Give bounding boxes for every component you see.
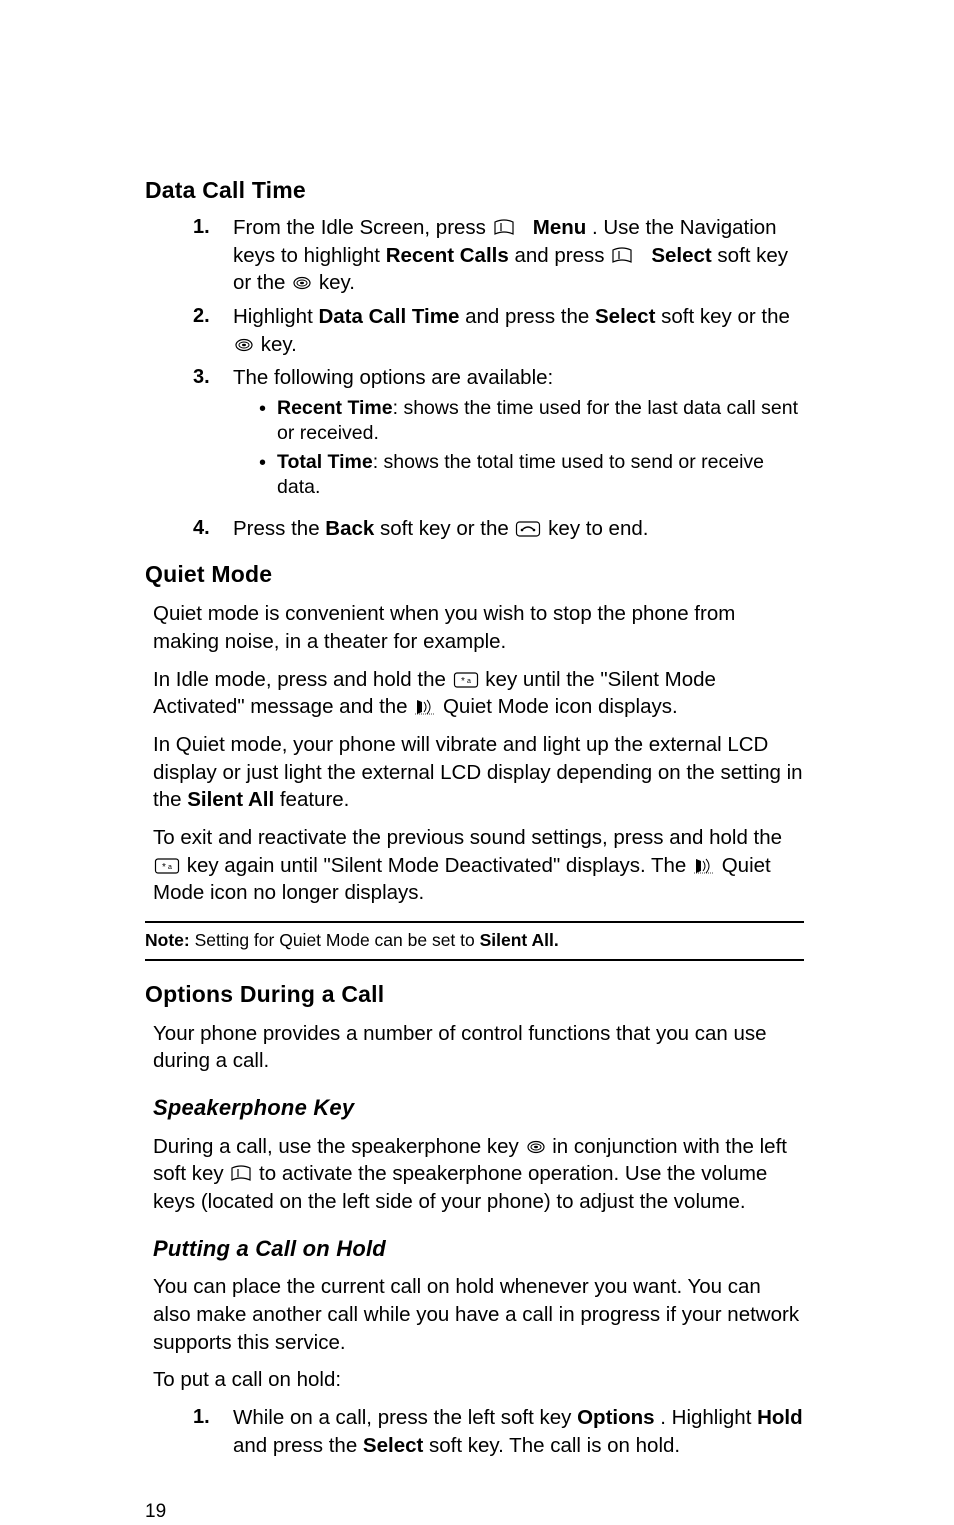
round-key-icon — [526, 1135, 546, 1151]
text: and press the — [465, 305, 595, 328]
note-silent-all: Silent All. — [480, 930, 559, 950]
page-number: 19 — [145, 1499, 804, 1525]
text-back: Back — [325, 517, 374, 540]
text — [521, 216, 527, 239]
text: soft key. The call is on hold. — [429, 1434, 680, 1457]
text-select: Select — [595, 305, 655, 328]
end-key-icon — [515, 518, 541, 536]
text: The following options are available: — [233, 366, 553, 389]
svg-text:*: * — [162, 862, 166, 873]
bullet-item: Total Time: shows the total time used to… — [259, 450, 804, 504]
list-item: 1. While on a call, press the left soft … — [193, 1404, 804, 1465]
text: and press — [514, 244, 610, 267]
text-menu: Menu — [533, 216, 587, 239]
paragraph: In Quiet mode, your phone will vibrate a… — [153, 731, 804, 814]
text: feature. — [280, 788, 350, 811]
text-select: Select — [651, 244, 711, 267]
heading-speakerphone-key: Speakerphone Key — [153, 1093, 804, 1123]
text: soft key or the — [380, 517, 514, 540]
softkey-left-icon — [493, 217, 515, 235]
paragraph: To exit and reactivate the previous soun… — [153, 824, 804, 907]
paragraph: You can place the current call on hold w… — [153, 1273, 804, 1356]
text: From the Idle Screen, press — [233, 216, 492, 239]
ordered-list-hold: 1. While on a call, press the left soft … — [145, 1404, 804, 1465]
note-text: Setting for Quiet Mode can be set to — [195, 930, 480, 950]
paragraph: Your phone provides a number of control … — [153, 1020, 804, 1075]
text-hold: Hold — [757, 1406, 803, 1429]
softkey-left-icon — [611, 245, 633, 263]
text: While on a call, press the left soft key — [233, 1406, 577, 1429]
round-key-icon — [292, 271, 312, 287]
text-data-call-time: Data Call Time — [318, 305, 459, 328]
list-number: 4. — [193, 515, 210, 542]
heading-data-call-time: Data Call Time — [145, 175, 804, 206]
heading-putting-call-on-hold: Putting a Call on Hold — [153, 1234, 804, 1264]
heading-quiet-mode: Quiet Mode — [145, 559, 804, 590]
list-item: 2. Highlight Data Call Time and press th… — [193, 303, 804, 364]
svg-text:*: * — [461, 676, 465, 687]
text: In Idle mode, press and hold the — [153, 668, 452, 691]
text: key to end. — [548, 517, 648, 540]
vibrate-icon — [693, 854, 715, 870]
softkey-left-icon — [230, 1163, 252, 1181]
text: key. — [261, 333, 297, 356]
text-recent-time: Recent Time — [277, 397, 393, 419]
paragraph: During a call, use the speakerphone key … — [153, 1133, 804, 1216]
list-number: 1. — [193, 1404, 210, 1431]
paragraph: In Idle mode, press and hold the *a key … — [153, 666, 804, 721]
text-silent-all: Silent All — [187, 788, 274, 811]
vibrate-icon — [414, 695, 436, 711]
text: key. — [319, 271, 355, 294]
text-options: Options — [577, 1406, 654, 1429]
text — [640, 244, 646, 267]
text: key again until "Silent Mode Deactivated… — [187, 854, 692, 877]
text-select: Select — [363, 1434, 423, 1457]
list-item: 3. The following options are available: … — [193, 364, 804, 515]
round-key-icon — [234, 333, 254, 349]
text: and press the — [233, 1434, 363, 1457]
list-number: 2. — [193, 303, 210, 330]
text: Quiet Mode icon displays. — [443, 695, 678, 718]
bullet-item: Recent Time: shows the time used for the… — [259, 396, 804, 450]
note-box: Note: Setting for Quiet Mode can be set … — [145, 921, 804, 961]
svg-text:a: a — [467, 678, 471, 685]
paragraph: Quiet mode is convenient when you wish t… — [153, 600, 804, 655]
text: To exit and reactivate the previous soun… — [153, 826, 782, 849]
list-number: 3. — [193, 364, 210, 391]
heading-options-during-call: Options During a Call — [145, 979, 804, 1010]
document-page: Data Call Time 1. From the Idle Screen, … — [0, 0, 954, 1525]
text-total-time: Total Time — [277, 451, 373, 473]
text: During a call, use the speakerphone key — [153, 1135, 525, 1158]
paragraph: To put a call on hold: — [153, 1366, 804, 1394]
list-number: 1. — [193, 214, 210, 241]
list-item: 1. From the Idle Screen, press Menu . Us… — [193, 214, 804, 303]
svg-text:a: a — [168, 864, 172, 871]
ordered-list-data-call-time: 1. From the Idle Screen, press Menu . Us… — [145, 214, 804, 549]
star-key-icon: *a — [154, 855, 180, 873]
text: soft key or the — [661, 305, 790, 328]
note-label: Note: — [145, 930, 195, 950]
text: Press the — [233, 517, 325, 540]
text: Highlight — [233, 305, 318, 328]
list-item: 4. Press the Back soft key or the key to… — [193, 515, 804, 549]
text: . Highlight — [660, 1406, 757, 1429]
star-key-icon: *a — [453, 669, 479, 687]
bullet-list: Recent Time: shows the time used for the… — [233, 396, 804, 503]
text-recent-calls: Recent Calls — [386, 244, 509, 267]
